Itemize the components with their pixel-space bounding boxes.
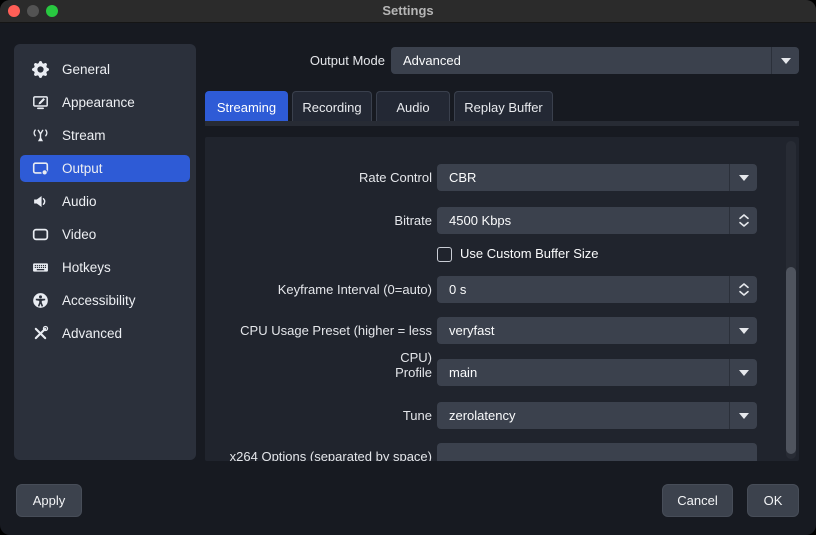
minimize-button xyxy=(27,5,39,17)
apply-button[interactable]: Apply xyxy=(16,484,82,517)
cpu-usage-preset-select[interactable]: veryfast xyxy=(437,317,757,344)
settings-sidebar: General Appearance Stream Output Audio V… xyxy=(14,44,196,460)
keyframe-interval-spinner[interactable]: 0 s xyxy=(437,276,757,303)
bitrate-spinner[interactable]: 4500 Kbps xyxy=(437,207,757,234)
sidebar-item-label: Audio xyxy=(62,194,97,209)
appearance-icon xyxy=(32,94,49,111)
bitrate-label: Bitrate xyxy=(394,213,432,228)
tab-audio[interactable]: Audio xyxy=(376,91,450,122)
advanced-icon xyxy=(32,325,49,342)
titlebar: Settings xyxy=(0,0,816,23)
sidebar-item-accessibility[interactable]: Accessibility xyxy=(20,284,190,317)
keyframe-interval-value: 0 s xyxy=(449,282,467,297)
chevron-down-icon xyxy=(729,402,757,429)
tune-value: zerolatency xyxy=(449,408,516,423)
keyframe-interval-label: Keyframe Interval (0=auto) xyxy=(277,282,432,297)
sidebar-item-hotkeys[interactable]: Hotkeys xyxy=(20,251,190,284)
tab-recording[interactable]: Recording xyxy=(292,91,372,122)
rate-control-select[interactable]: CBR xyxy=(437,164,757,191)
window-title: Settings xyxy=(382,3,434,18)
audio-icon xyxy=(32,193,49,210)
video-icon xyxy=(32,226,49,243)
accessibility-icon xyxy=(32,292,49,309)
profile-select[interactable]: main xyxy=(437,359,757,386)
sidebar-item-video[interactable]: Video xyxy=(20,218,190,251)
bitrate-value: 4500 Kbps xyxy=(449,213,512,228)
output-mode-value: Advanced xyxy=(403,53,461,68)
gear-icon xyxy=(32,61,49,78)
tab-replay-buffer[interactable]: Replay Buffer xyxy=(454,91,553,122)
chevron-down-icon xyxy=(729,359,757,386)
output-mode-label: Output Mode xyxy=(309,53,385,68)
sidebar-item-label: Accessibility xyxy=(62,293,136,308)
ok-button[interactable]: OK xyxy=(747,484,799,517)
spinner-arrows-icon[interactable] xyxy=(729,207,757,234)
sidebar-item-label: Stream xyxy=(62,128,106,143)
tune-label: Tune xyxy=(402,408,432,423)
chevron-down-icon xyxy=(729,317,757,344)
hotkeys-icon xyxy=(32,259,49,276)
spinner-arrows-icon[interactable] xyxy=(729,276,757,303)
sidebar-item-appearance[interactable]: Appearance xyxy=(20,86,190,119)
cancel-button[interactable]: Cancel xyxy=(662,484,733,517)
rate-control-value: CBR xyxy=(449,170,477,185)
sidebar-item-label: General xyxy=(62,62,111,77)
sidebar-item-audio[interactable]: Audio xyxy=(20,185,190,218)
rate-control-label: Rate Control xyxy=(359,170,432,185)
profile-value: main xyxy=(449,365,478,380)
tune-select[interactable]: zerolatency xyxy=(437,402,757,429)
scrollbar-thumb[interactable] xyxy=(786,267,796,454)
chevron-down-icon xyxy=(771,47,799,74)
x264-options-label: x264 Options (separated by space) xyxy=(229,449,432,461)
sidebar-item-advanced[interactable]: Advanced xyxy=(20,317,190,350)
streaming-settings-panel: Rate Control CBR Bitrate 4500 Kbps Use C… xyxy=(205,137,799,461)
cpu-usage-preset-label: CPU Usage Preset (higher = less CPU) xyxy=(240,323,432,365)
use-custom-buffer-size-label: Use Custom Buffer Size xyxy=(460,246,599,261)
x264-options-input[interactable] xyxy=(437,443,757,461)
output-tabs: Streaming Recording Audio Replay Buffer xyxy=(205,91,557,122)
sidebar-item-label: Output xyxy=(62,161,103,176)
output-icon xyxy=(32,160,49,177)
sidebar-item-label: Video xyxy=(62,227,97,242)
cpu-usage-preset-value: veryfast xyxy=(449,323,495,338)
profile-label: Profile xyxy=(395,365,432,380)
settings-window: Settings General Appearance Stream Outpu… xyxy=(0,0,816,535)
close-button[interactable] xyxy=(8,5,20,17)
sidebar-item-label: Advanced xyxy=(62,326,123,341)
use-custom-buffer-size-checkbox[interactable] xyxy=(437,247,452,262)
stream-icon xyxy=(32,127,49,144)
zoom-button[interactable] xyxy=(46,5,58,17)
chevron-down-icon xyxy=(729,164,757,191)
sidebar-item-stream[interactable]: Stream xyxy=(20,119,190,152)
vertical-scrollbar[interactable] xyxy=(786,141,796,459)
sidebar-item-general[interactable]: General xyxy=(20,53,190,86)
output-mode-select[interactable]: Advanced xyxy=(391,47,799,74)
sidebar-item-label: Hotkeys xyxy=(62,260,111,275)
tab-pane-border xyxy=(205,121,799,126)
tab-streaming[interactable]: Streaming xyxy=(205,91,288,122)
sidebar-item-output[interactable]: Output xyxy=(20,155,190,182)
sidebar-item-label: Appearance xyxy=(62,95,135,110)
